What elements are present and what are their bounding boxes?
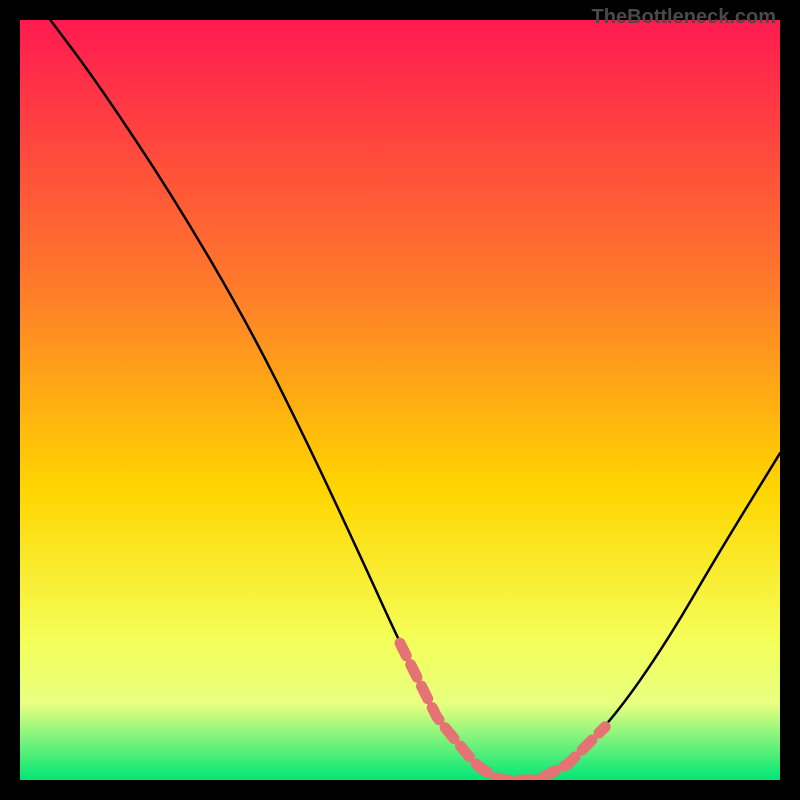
watermark-text: TheBottleneck.com — [592, 6, 776, 29]
chart-frame — [0, 0, 800, 800]
